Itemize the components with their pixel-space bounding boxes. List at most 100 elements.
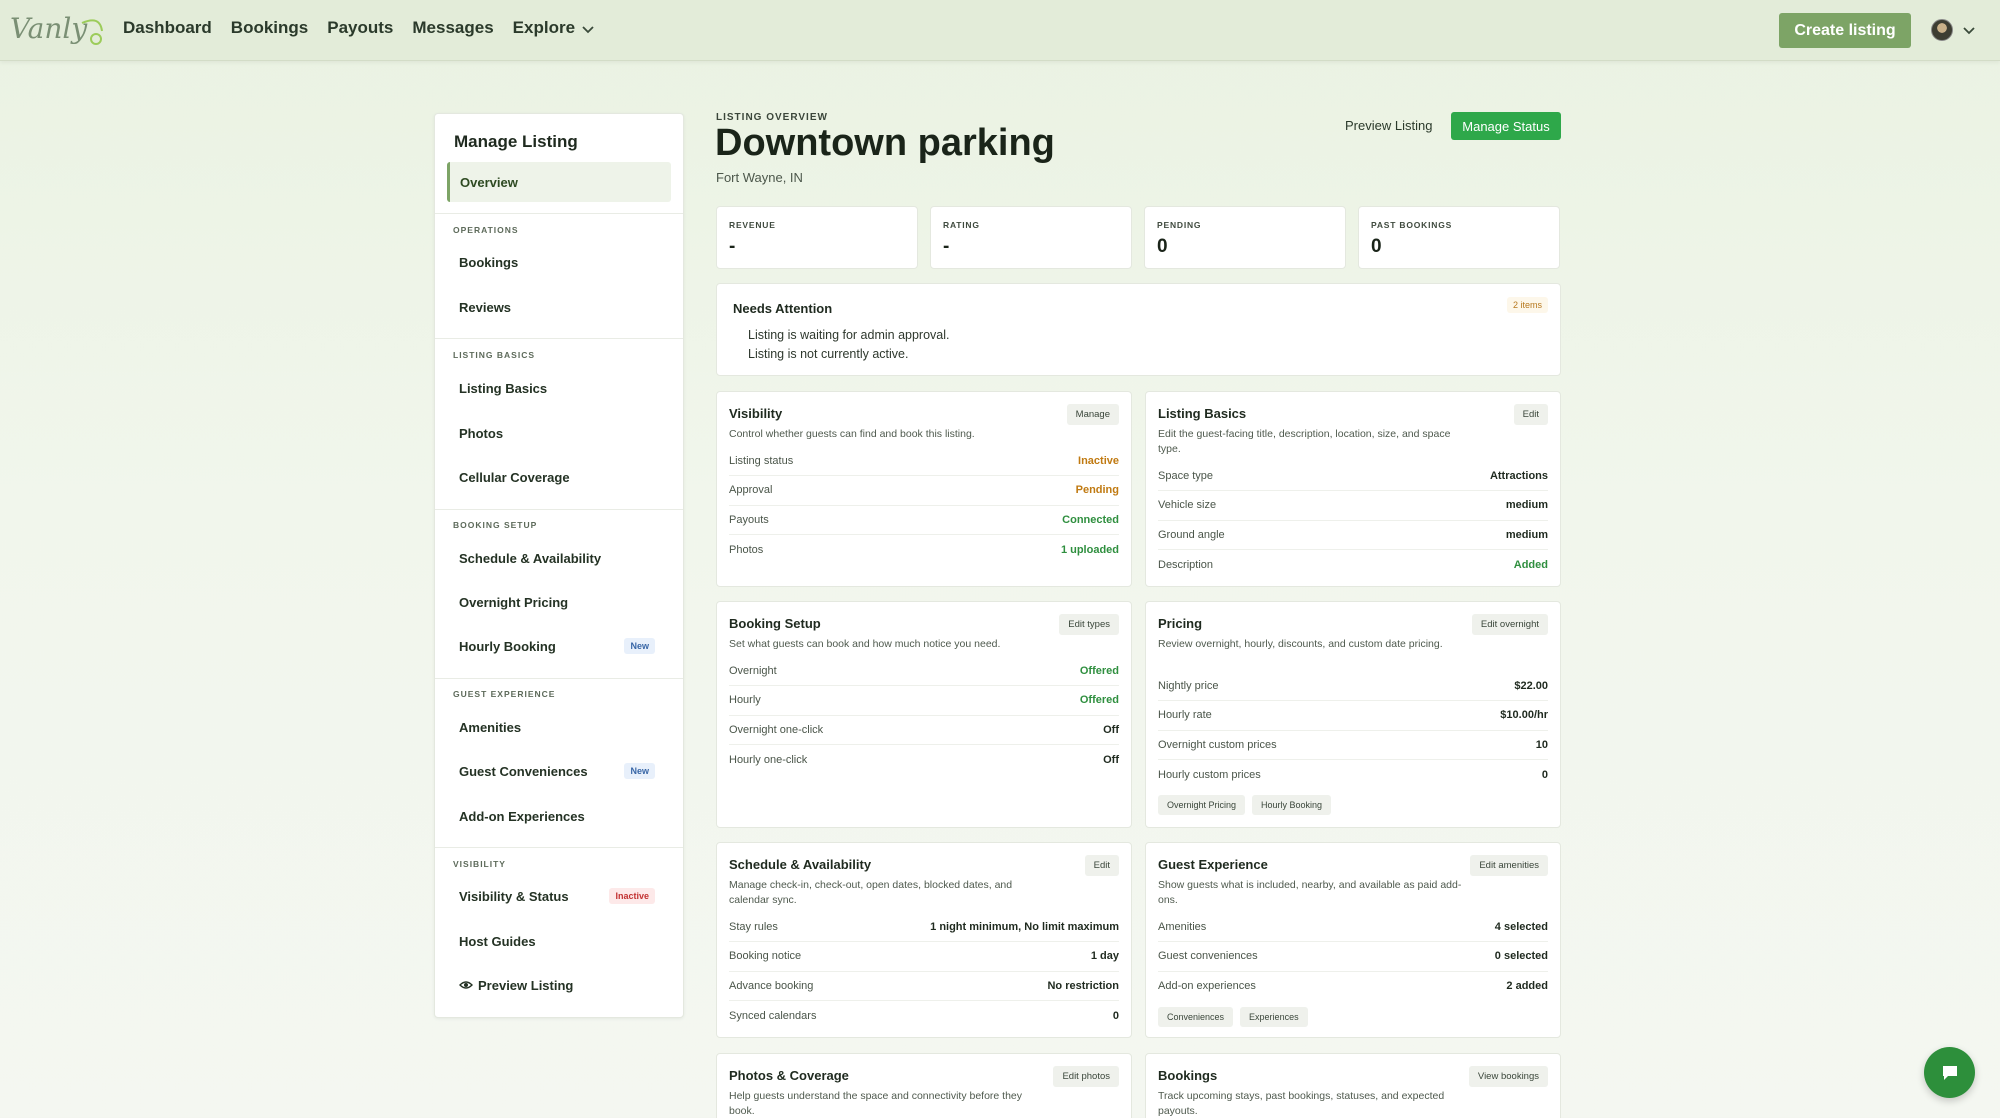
row-approval: Approval Pending: [729, 476, 1119, 506]
divider: [435, 847, 683, 848]
sidebar-item-overview[interactable]: Overview: [447, 162, 671, 202]
row-hourly-custom-prices: Hourly custom prices 0: [1158, 760, 1548, 789]
nav-bookings[interactable]: Bookings: [231, 18, 308, 38]
row-value: Added: [1513, 558, 1548, 571]
manage-visibility-button[interactable]: Manage: [1066, 404, 1119, 425]
listing-location: Fort Wayne, IN: [716, 170, 803, 185]
card-rows: Nightly price $22.00 Hourly rate $10.00/hr…: [1158, 672, 1548, 789]
stat-label: PENDING: [1157, 220, 1202, 230]
sidebar-item-cellular-coverage[interactable]: Cellular Coverage: [447, 457, 671, 497]
manage-status-button[interactable]: Manage Status: [1451, 112, 1561, 140]
row-key: Hourly one-click: [729, 753, 808, 766]
row-nightly-price: Nightly price $22.00: [1158, 672, 1548, 702]
edit-photos-button[interactable]: Edit photos: [1053, 1066, 1119, 1087]
page-title: Downtown parking: [715, 122, 1055, 164]
stat-label: REVENUE: [729, 220, 776, 230]
sidebar-item-overnight-pricing[interactable]: Overnight Pricing: [447, 582, 671, 622]
row-key: Photos: [729, 543, 764, 556]
chevron-down-icon[interactable]: [1962, 24, 1976, 38]
section-guest-experience: GUEST EXPERIENCE: [453, 689, 556, 699]
card-guest-experience: Guest Experience Edit amenities Show gue…: [1145, 842, 1561, 1038]
sidebar-item-host-guides[interactable]: Host Guides: [447, 921, 671, 961]
needs-attention-panel: Needs Attention 2 items Listing is waiti…: [716, 283, 1561, 376]
edit-schedule-button[interactable]: Edit: [1084, 855, 1119, 876]
sidebar-item-photos[interactable]: Photos: [447, 413, 671, 453]
edit-amenities-button[interactable]: Edit amenities: [1470, 855, 1548, 876]
chat-button[interactable]: [1924, 1047, 1975, 1098]
row-value: Pending: [1075, 484, 1119, 497]
row-value: Offered: [1079, 694, 1119, 707]
brand-logo[interactable]: Vanly: [10, 9, 106, 49]
attention-count-badge: 2 items: [1506, 297, 1548, 313]
section-operations: OPERATIONS: [453, 225, 519, 235]
row-value: 1 night minimum, No limit maximum: [930, 921, 1119, 934]
stat-value: 0: [1157, 236, 1168, 257]
card-pricing: Pricing Edit overnight Review overnight,…: [1145, 601, 1561, 828]
sidebar-item-reviews[interactable]: Reviews: [447, 287, 671, 327]
row-key: Hourly: [729, 694, 761, 707]
stat-value: -: [943, 236, 950, 257]
card-rows: Listing status Inactive Approval Pending P…: [729, 447, 1119, 564]
section-visibility: VISIBILITY: [453, 859, 506, 869]
row-key: Synced calendars: [729, 1009, 817, 1022]
edit-overnight-button[interactable]: Edit overnight: [1471, 614, 1548, 635]
svg-text:Vanly: Vanly: [10, 12, 88, 45]
card-title: Bookings: [1158, 1068, 1218, 1083]
sidebar-item-bookings[interactable]: Bookings: [447, 242, 671, 282]
avatar[interactable]: [1931, 19, 1953, 41]
edit-listing-basics-button[interactable]: Edit: [1513, 404, 1548, 425]
sidebar-item-listing-basics[interactable]: Listing Basics: [447, 368, 671, 408]
chip-hourly-booking[interactable]: Hourly Booking: [1252, 795, 1332, 815]
divider: [435, 338, 683, 339]
card-listing-basics: Listing Basics Edit Edit the guest-facin…: [1145, 391, 1561, 587]
row-value: 0 selected: [1494, 950, 1548, 963]
sidebar-item-guest-conveniences[interactable]: Guest Conveniences New: [447, 751, 671, 791]
row-key: Stay rules: [729, 921, 778, 934]
attention-list: Listing is waiting for admin approval. L…: [748, 326, 950, 364]
sidebar-item-preview-listing[interactable]: Preview Listing: [447, 965, 671, 1005]
chevron-down-icon: [582, 25, 594, 33]
row-hourly-rate: Hourly rate $10.00/hr: [1158, 701, 1548, 731]
nav-payouts[interactable]: Payouts: [327, 18, 393, 38]
row-value: medium: [1505, 528, 1548, 541]
edit-types-button[interactable]: Edit types: [1059, 614, 1119, 635]
row-overnight-custom-prices: Overnight custom prices 10: [1158, 731, 1548, 760]
row-stay-rules: Stay rules 1 night minimum, No limit maxi…: [729, 913, 1119, 943]
sidebar-item-amenities[interactable]: Amenities: [447, 707, 671, 747]
chip-experiences[interactable]: Experiences: [1240, 1007, 1308, 1027]
sidebar-item-schedule[interactable]: Schedule & Availability: [447, 538, 671, 578]
row-value: medium: [1505, 499, 1548, 512]
guest-experience-chips: Conveniences Experiences: [1158, 1007, 1308, 1027]
row-key: Booking notice: [729, 950, 802, 963]
row-space-type: Space type Attractions: [1158, 462, 1548, 492]
nav-explore[interactable]: Explore: [513, 18, 595, 38]
sidebar-item-visibility-status[interactable]: Visibility & Status Inactive: [447, 876, 671, 916]
chip-overnight-pricing[interactable]: Overnight Pricing: [1158, 795, 1246, 815]
sidebar-item-hourly-booking[interactable]: Hourly Booking New: [447, 626, 671, 666]
row-overnight-one-click: Overnight one-click Off: [729, 716, 1119, 745]
sidebar-item-addon-experiences[interactable]: Add-on Experiences: [447, 796, 671, 836]
row-hourly: Hourly Offered: [729, 686, 1119, 716]
row-key: Advance booking: [729, 979, 814, 992]
pricing-chips: Overnight Pricing Hourly Booking: [1158, 795, 1332, 815]
row-value: Inactive: [1078, 455, 1119, 468]
row-key: Payouts: [729, 513, 769, 526]
card-description: Control whether guests can find and book…: [729, 428, 975, 440]
row-listing-status: Listing status Inactive: [729, 447, 1119, 477]
row-key: Add-on experiences: [1158, 980, 1256, 993]
card-description: Edit the guest-facing title, description…: [1158, 428, 1451, 455]
preview-listing-link[interactable]: Preview Listing: [1345, 118, 1432, 133]
row-ground-angle: Ground angle medium: [1158, 521, 1548, 550]
stat-value: -: [729, 236, 736, 257]
card-description: Manage check-in, check-out, open dates, …: [729, 879, 1013, 906]
chip-conveniences[interactable]: Conveniences: [1158, 1007, 1234, 1027]
nav-messages[interactable]: Messages: [412, 18, 493, 38]
view-bookings-button[interactable]: View bookings: [1468, 1066, 1548, 1087]
nav-dashboard[interactable]: Dashboard: [123, 18, 212, 38]
row-guest-conveniences: Guest conveniences 0 selected: [1158, 942, 1548, 972]
row-value: $22.00: [1514, 680, 1548, 693]
create-listing-button[interactable]: Create listing: [1779, 13, 1911, 48]
inactive-badge: Inactive: [609, 888, 655, 904]
row-key: Overnight one-click: [729, 723, 824, 736]
row-value: No restriction: [1047, 979, 1119, 992]
